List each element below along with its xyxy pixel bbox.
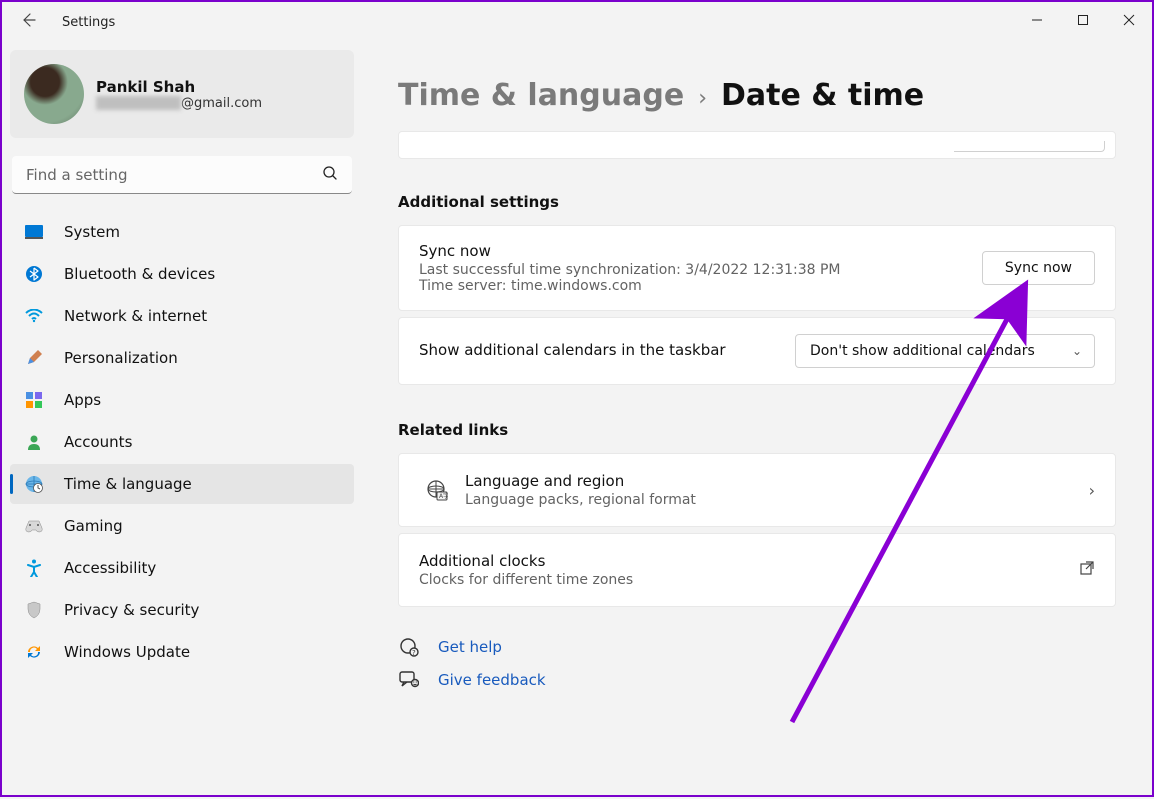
sidebar-item-apps[interactable]: Apps (10, 380, 354, 420)
sidebar-item-label: Time & language (64, 475, 192, 493)
sidebar-item-gaming[interactable]: Gaming (10, 506, 354, 546)
help-icon: ? (398, 637, 420, 657)
accessibility-icon (24, 558, 44, 578)
chevron-right-icon: › (1089, 481, 1095, 500)
bluetooth-icon (24, 264, 44, 284)
sidebar-item-time-language[interactable]: Time & language (10, 464, 354, 504)
svg-text:?: ? (412, 649, 416, 657)
search-icon (322, 165, 338, 185)
section-related-links: Related links (398, 421, 1116, 439)
chevron-down-icon: ⌄ (1072, 344, 1082, 358)
system-icon (24, 222, 44, 242)
update-icon (24, 642, 44, 662)
open-external-icon (1079, 560, 1095, 580)
link-sub: Clocks for different time zones (419, 572, 1079, 588)
paintbrush-icon (24, 348, 44, 368)
sync-now-card: Sync now Last successful time synchroniz… (398, 225, 1116, 311)
chevron-right-icon: › (698, 86, 707, 111)
sidebar-item-system[interactable]: System (10, 212, 354, 252)
sidebar-item-label: Accessibility (64, 559, 156, 577)
link-title: Language and region (465, 472, 1089, 490)
sidebar-item-label: Bluetooth & devices (64, 265, 215, 283)
gamepad-icon (24, 516, 44, 536)
collapsed-card (398, 131, 1116, 159)
sidebar-item-privacy[interactable]: Privacy & security (10, 590, 354, 630)
sync-server: Time server: time.windows.com (419, 278, 982, 294)
sidebar-item-accounts[interactable]: Accounts (10, 422, 354, 462)
give-feedback-link[interactable]: Give feedback (398, 671, 1116, 689)
search-input[interactable] (12, 156, 352, 194)
breadcrumb-parent[interactable]: Time & language (398, 78, 684, 113)
sidebar-item-bluetooth[interactable]: Bluetooth & devices (10, 254, 354, 294)
sync-now-button[interactable]: Sync now (982, 251, 1095, 285)
sidebar-item-network[interactable]: Network & internet (10, 296, 354, 336)
calendars-label: Show additional calendars in the taskbar (419, 341, 795, 359)
globe-language-icon: A字 (419, 479, 455, 501)
sidebar-item-accessibility[interactable]: Accessibility (10, 548, 354, 588)
language-region-link[interactable]: A字 Language and region Language packs, r… (398, 453, 1116, 527)
link-sub: Language packs, regional format (465, 492, 1089, 508)
sidebar-item-label: Accounts (64, 433, 132, 451)
additional-calendars-card: Show additional calendars in the taskbar… (398, 317, 1116, 385)
sidebar-item-label: System (64, 223, 120, 241)
calendars-select[interactable]: Don't show additional calendars ⌄ (795, 334, 1095, 368)
sidebar-item-label: Privacy & security (64, 601, 199, 619)
wifi-icon (24, 306, 44, 326)
additional-clocks-link[interactable]: Additional clocks Clocks for different t… (398, 533, 1116, 607)
apps-icon (24, 390, 44, 410)
sidebar-item-label: Apps (64, 391, 101, 409)
sidebar-item-label: Windows Update (64, 643, 190, 661)
sidebar-item-personalization[interactable]: Personalization (10, 338, 354, 378)
section-additional-settings: Additional settings (398, 193, 1116, 211)
sidebar-item-label: Network & internet (64, 307, 207, 325)
maximize-button[interactable] (1060, 2, 1106, 38)
search-container (12, 156, 352, 194)
shield-icon (24, 600, 44, 620)
user-name: Pankil Shah (96, 78, 262, 96)
sidebar-item-label: Gaming (64, 517, 123, 535)
back-button[interactable] (20, 12, 40, 32)
sidebar-item-label: Personalization (64, 349, 178, 367)
link-title: Additional clocks (419, 552, 1079, 570)
breadcrumb-current: Date & time (721, 78, 924, 113)
minimize-button[interactable] (1014, 2, 1060, 38)
sync-last: Last successful time synchronization: 3/… (419, 262, 982, 278)
svg-text:A字: A字 (439, 492, 448, 500)
close-button[interactable] (1106, 2, 1152, 38)
user-card[interactable]: Pankil Shah @gmail.com (10, 50, 354, 138)
window-title: Settings (62, 15, 115, 30)
user-email: @gmail.com (96, 96, 262, 111)
sidebar-item-windows-update[interactable]: Windows Update (10, 632, 354, 672)
get-help-link[interactable]: ? Get help (398, 637, 1116, 657)
globe-clock-icon (24, 474, 44, 494)
avatar (24, 64, 84, 124)
feedback-icon (398, 671, 420, 689)
sync-title: Sync now (419, 242, 982, 260)
person-icon (24, 432, 44, 452)
